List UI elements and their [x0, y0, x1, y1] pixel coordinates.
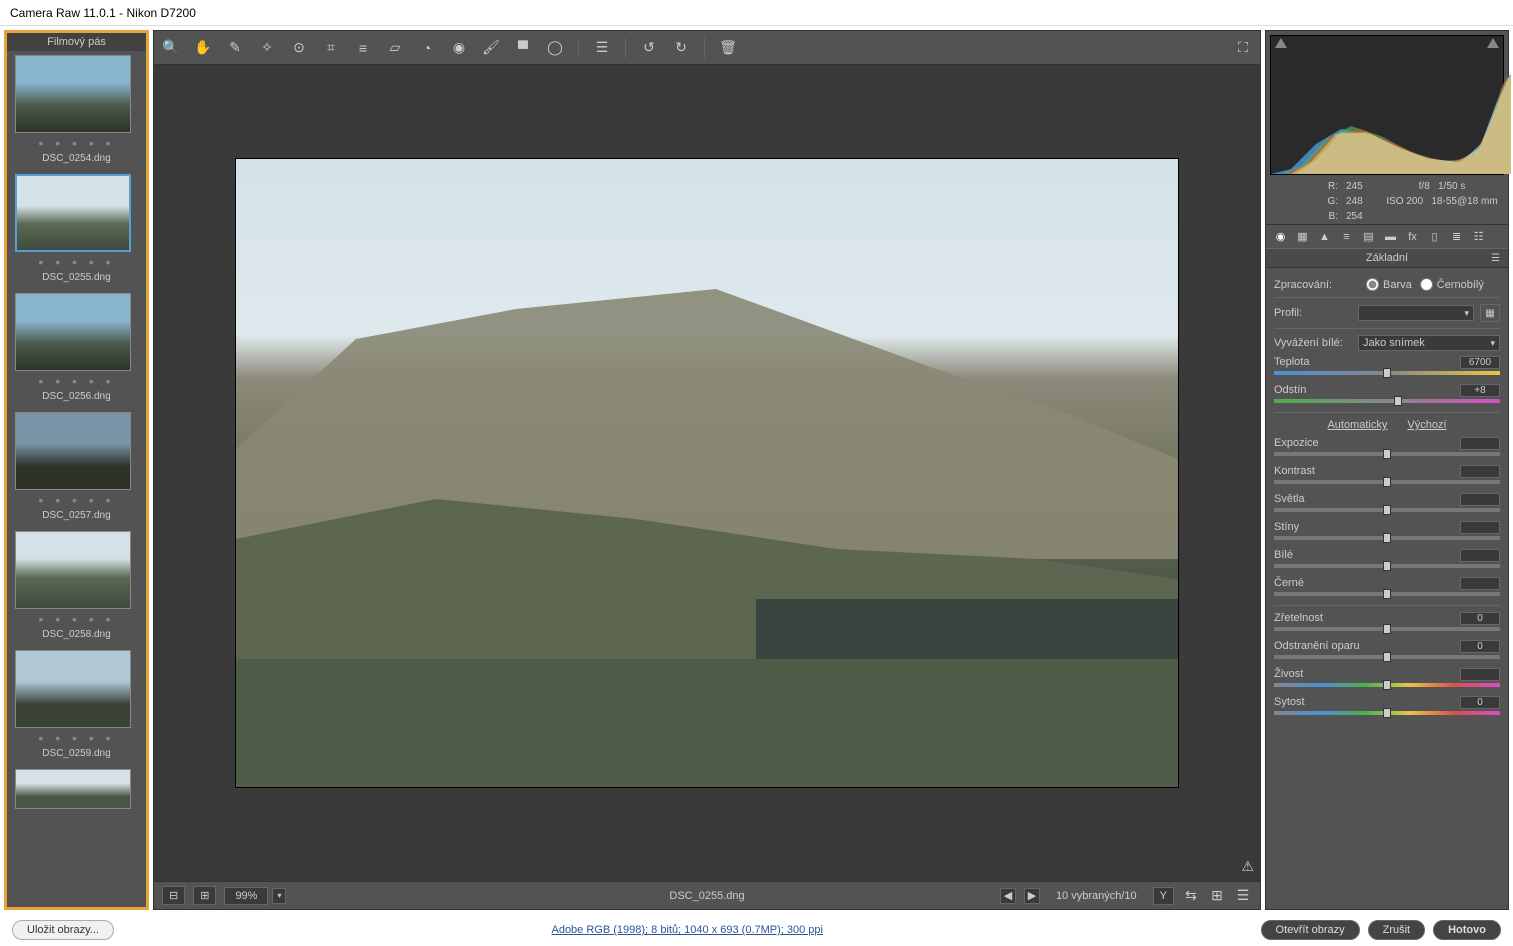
center-panel: 🔍 ✋ ✎ ✧ ⊙ ⌗ ≡ ▱ ◔ ◉ 🖌 ▀ ◯ ☰ ↺ ↻ 🗑 ⛶: [153, 30, 1261, 910]
profile-dropdown[interactable]: [1358, 305, 1474, 321]
current-filename: DSC_0255.dng: [669, 890, 744, 902]
shrink-icon[interactable]: ⊟: [162, 886, 185, 905]
save-images-button[interactable]: Uložit obrazy...: [12, 920, 114, 940]
tint-slider[interactable]: Odstín+8: [1274, 384, 1500, 403]
thumbnail[interactable]: • • • • •DSC_0257.dng: [7, 408, 146, 527]
hand-tool-icon[interactable]: ✋: [194, 39, 212, 57]
blacks-slider[interactable]: Černé: [1274, 577, 1500, 596]
tab-basic-icon[interactable]: ◉: [1272, 229, 1289, 244]
vibrance-slider[interactable]: Živost: [1274, 668, 1500, 687]
zoom-dropdown-icon[interactable]: ▾: [272, 888, 286, 904]
radial-filter-icon[interactable]: ◯: [546, 39, 564, 57]
wb-row: Vyvážení bílé: Jako snímek: [1274, 335, 1500, 351]
zoom-level[interactable]: 99%: [224, 887, 268, 905]
before-after-icon[interactable]: Y: [1153, 887, 1174, 905]
adjustment-brush-icon[interactable]: 🖌: [482, 39, 500, 57]
workflow-link[interactable]: Adobe RGB (1998); 8 bitů; 1040 x 693 (0.…: [122, 924, 1253, 936]
rgb-info: B:254: [1266, 209, 1508, 224]
rotate-ccw-icon[interactable]: ↺: [640, 39, 658, 57]
tab-calib-icon[interactable]: ▯: [1426, 229, 1443, 244]
clarity-slider[interactable]: Zřetelnost0: [1274, 612, 1500, 631]
highlights-slider[interactable]: Světla: [1274, 493, 1500, 512]
window-title: Camera Raw 11.0.1 - Nikon D7200: [10, 6, 196, 20]
rgb-info: R:245 f/8 1/50 s: [1266, 179, 1508, 194]
shadow-clip-icon[interactable]: [1275, 38, 1287, 48]
copy-settings-icon[interactable]: ⊞: [1208, 887, 1226, 905]
saturation-slider[interactable]: Sytost0: [1274, 696, 1500, 715]
rotate-cw-icon[interactable]: ↻: [672, 39, 690, 57]
thumbnail[interactable]: • • • • •DSC_0256.dng: [7, 289, 146, 408]
filmstrip-panel: Filmový pás • • • • •DSC_0254.dng • • • …: [4, 30, 149, 910]
selection-count: 10 vybraných/10: [1048, 888, 1145, 904]
tab-snapshots-icon[interactable]: ☷: [1470, 229, 1487, 244]
warning-icon[interactable]: ⚠: [1241, 858, 1254, 875]
prev-image-icon[interactable]: ◀: [1000, 888, 1016, 904]
panel-menu-icon[interactable]: ☰: [1491, 253, 1500, 264]
done-button[interactable]: Hotovo: [1433, 920, 1501, 940]
rgb-info: G:248 ISO 200 18-55@18 mm: [1266, 194, 1508, 209]
thumbnail[interactable]: • • • • •DSC_0259.dng: [7, 646, 146, 765]
preview-area[interactable]: ⚠: [154, 65, 1260, 881]
transform-tool-icon[interactable]: ▱: [386, 39, 404, 57]
dehaze-slider[interactable]: Odstranění oparu0: [1274, 640, 1500, 659]
thumbnail[interactable]: • • • • •DSC_0255.dng: [7, 170, 146, 289]
tab-lens-icon[interactable]: ▬: [1382, 229, 1399, 244]
tab-curve-icon[interactable]: ▦: [1294, 229, 1311, 244]
tab-presets-icon[interactable]: ≣: [1448, 229, 1465, 244]
menu-icon[interactable]: ☰: [1234, 887, 1252, 905]
footer: Uložit obrazy... Adobe RGB (1998); 8 bit…: [0, 914, 1513, 946]
exposure-slider[interactable]: Expozice: [1274, 437, 1500, 456]
status-bar: ⊟ ⊞ 99% ▾ DSC_0255.dng ◀ ▶ 10 vybraných/…: [154, 881, 1260, 909]
contrast-slider[interactable]: Kontrast: [1274, 465, 1500, 484]
straighten-tool-icon[interactable]: ≡: [354, 39, 372, 57]
settings-panel: R:245 f/8 1/50 s G:248 ISO 200 18-55@18 …: [1265, 30, 1509, 910]
fullscreen-icon[interactable]: ⛶: [1234, 39, 1252, 57]
title-bar: Camera Raw 11.0.1 - Nikon D7200: [0, 0, 1513, 26]
next-image-icon[interactable]: ▶: [1024, 888, 1040, 904]
target-adjust-icon[interactable]: ⊙: [290, 39, 308, 57]
processing-row: Zpracování: Barva Černobílý: [1274, 278, 1500, 291]
profile-row: Profil: ▦: [1274, 304, 1500, 322]
whites-slider[interactable]: Bílé: [1274, 549, 1500, 568]
thumbnail[interactable]: [7, 765, 146, 811]
thumbnail[interactable]: • • • • •DSC_0254.dng: [7, 51, 146, 170]
panel-tabs: ◉ ▦ ▲ ≡ ▤ ▬ fx ▯ ≣ ☷: [1266, 224, 1508, 249]
shadows-slider[interactable]: Stíny: [1274, 521, 1500, 540]
thumbnail[interactable]: • • • • •DSC_0258.dng: [7, 527, 146, 646]
redeye-tool-icon[interactable]: ◉: [450, 39, 468, 57]
expand-icon[interactable]: ⊞: [193, 886, 216, 905]
filmstrip-body[interactable]: • • • • •DSC_0254.dng • • • • •DSC_0255.…: [7, 51, 146, 907]
cancel-button[interactable]: Zrušit: [1368, 920, 1426, 940]
auto-link[interactable]: Automaticky: [1327, 419, 1387, 431]
tab-split-icon[interactable]: ▤: [1360, 229, 1377, 244]
panel-title: Základní ☰: [1266, 249, 1508, 268]
wb-dropdown[interactable]: Jako snímek: [1358, 335, 1500, 351]
graduated-filter-icon[interactable]: ▀: [514, 39, 532, 57]
default-link[interactable]: Výchozí: [1407, 419, 1446, 431]
tab-fx-icon[interactable]: fx: [1404, 229, 1421, 244]
histogram[interactable]: [1270, 35, 1504, 175]
preferences-icon[interactable]: ☰: [593, 39, 611, 57]
delete-icon[interactable]: 🗑: [719, 39, 737, 57]
color-sampler-icon[interactable]: ✧: [258, 39, 276, 57]
preview-image: [236, 159, 1178, 787]
zoom-tool-icon[interactable]: 🔍: [162, 39, 180, 57]
tab-detail-icon[interactable]: ▲: [1316, 229, 1333, 244]
open-images-button[interactable]: Otevřít obrazy: [1261, 920, 1360, 940]
filmstrip-header: Filmový pás: [7, 33, 146, 51]
spot-removal-icon[interactable]: ◔: [418, 39, 436, 57]
swap-icon[interactable]: ⇆: [1182, 887, 1200, 905]
color-radio[interactable]: Barva: [1366, 278, 1412, 291]
highlight-clip-icon[interactable]: [1487, 38, 1499, 48]
temperature-slider[interactable]: Teplota6700: [1274, 356, 1500, 375]
profile-browser-icon[interactable]: ▦: [1480, 304, 1500, 322]
wb-eyedropper-icon[interactable]: ✎: [226, 39, 244, 57]
crop-tool-icon[interactable]: ⌗: [322, 39, 340, 57]
toolbar: 🔍 ✋ ✎ ✧ ⊙ ⌗ ≡ ▱ ◔ ◉ 🖌 ▀ ◯ ☰ ↺ ↻ 🗑 ⛶: [154, 31, 1260, 65]
bw-radio[interactable]: Černobílý: [1420, 278, 1484, 291]
tab-hsl-icon[interactable]: ≡: [1338, 229, 1355, 244]
